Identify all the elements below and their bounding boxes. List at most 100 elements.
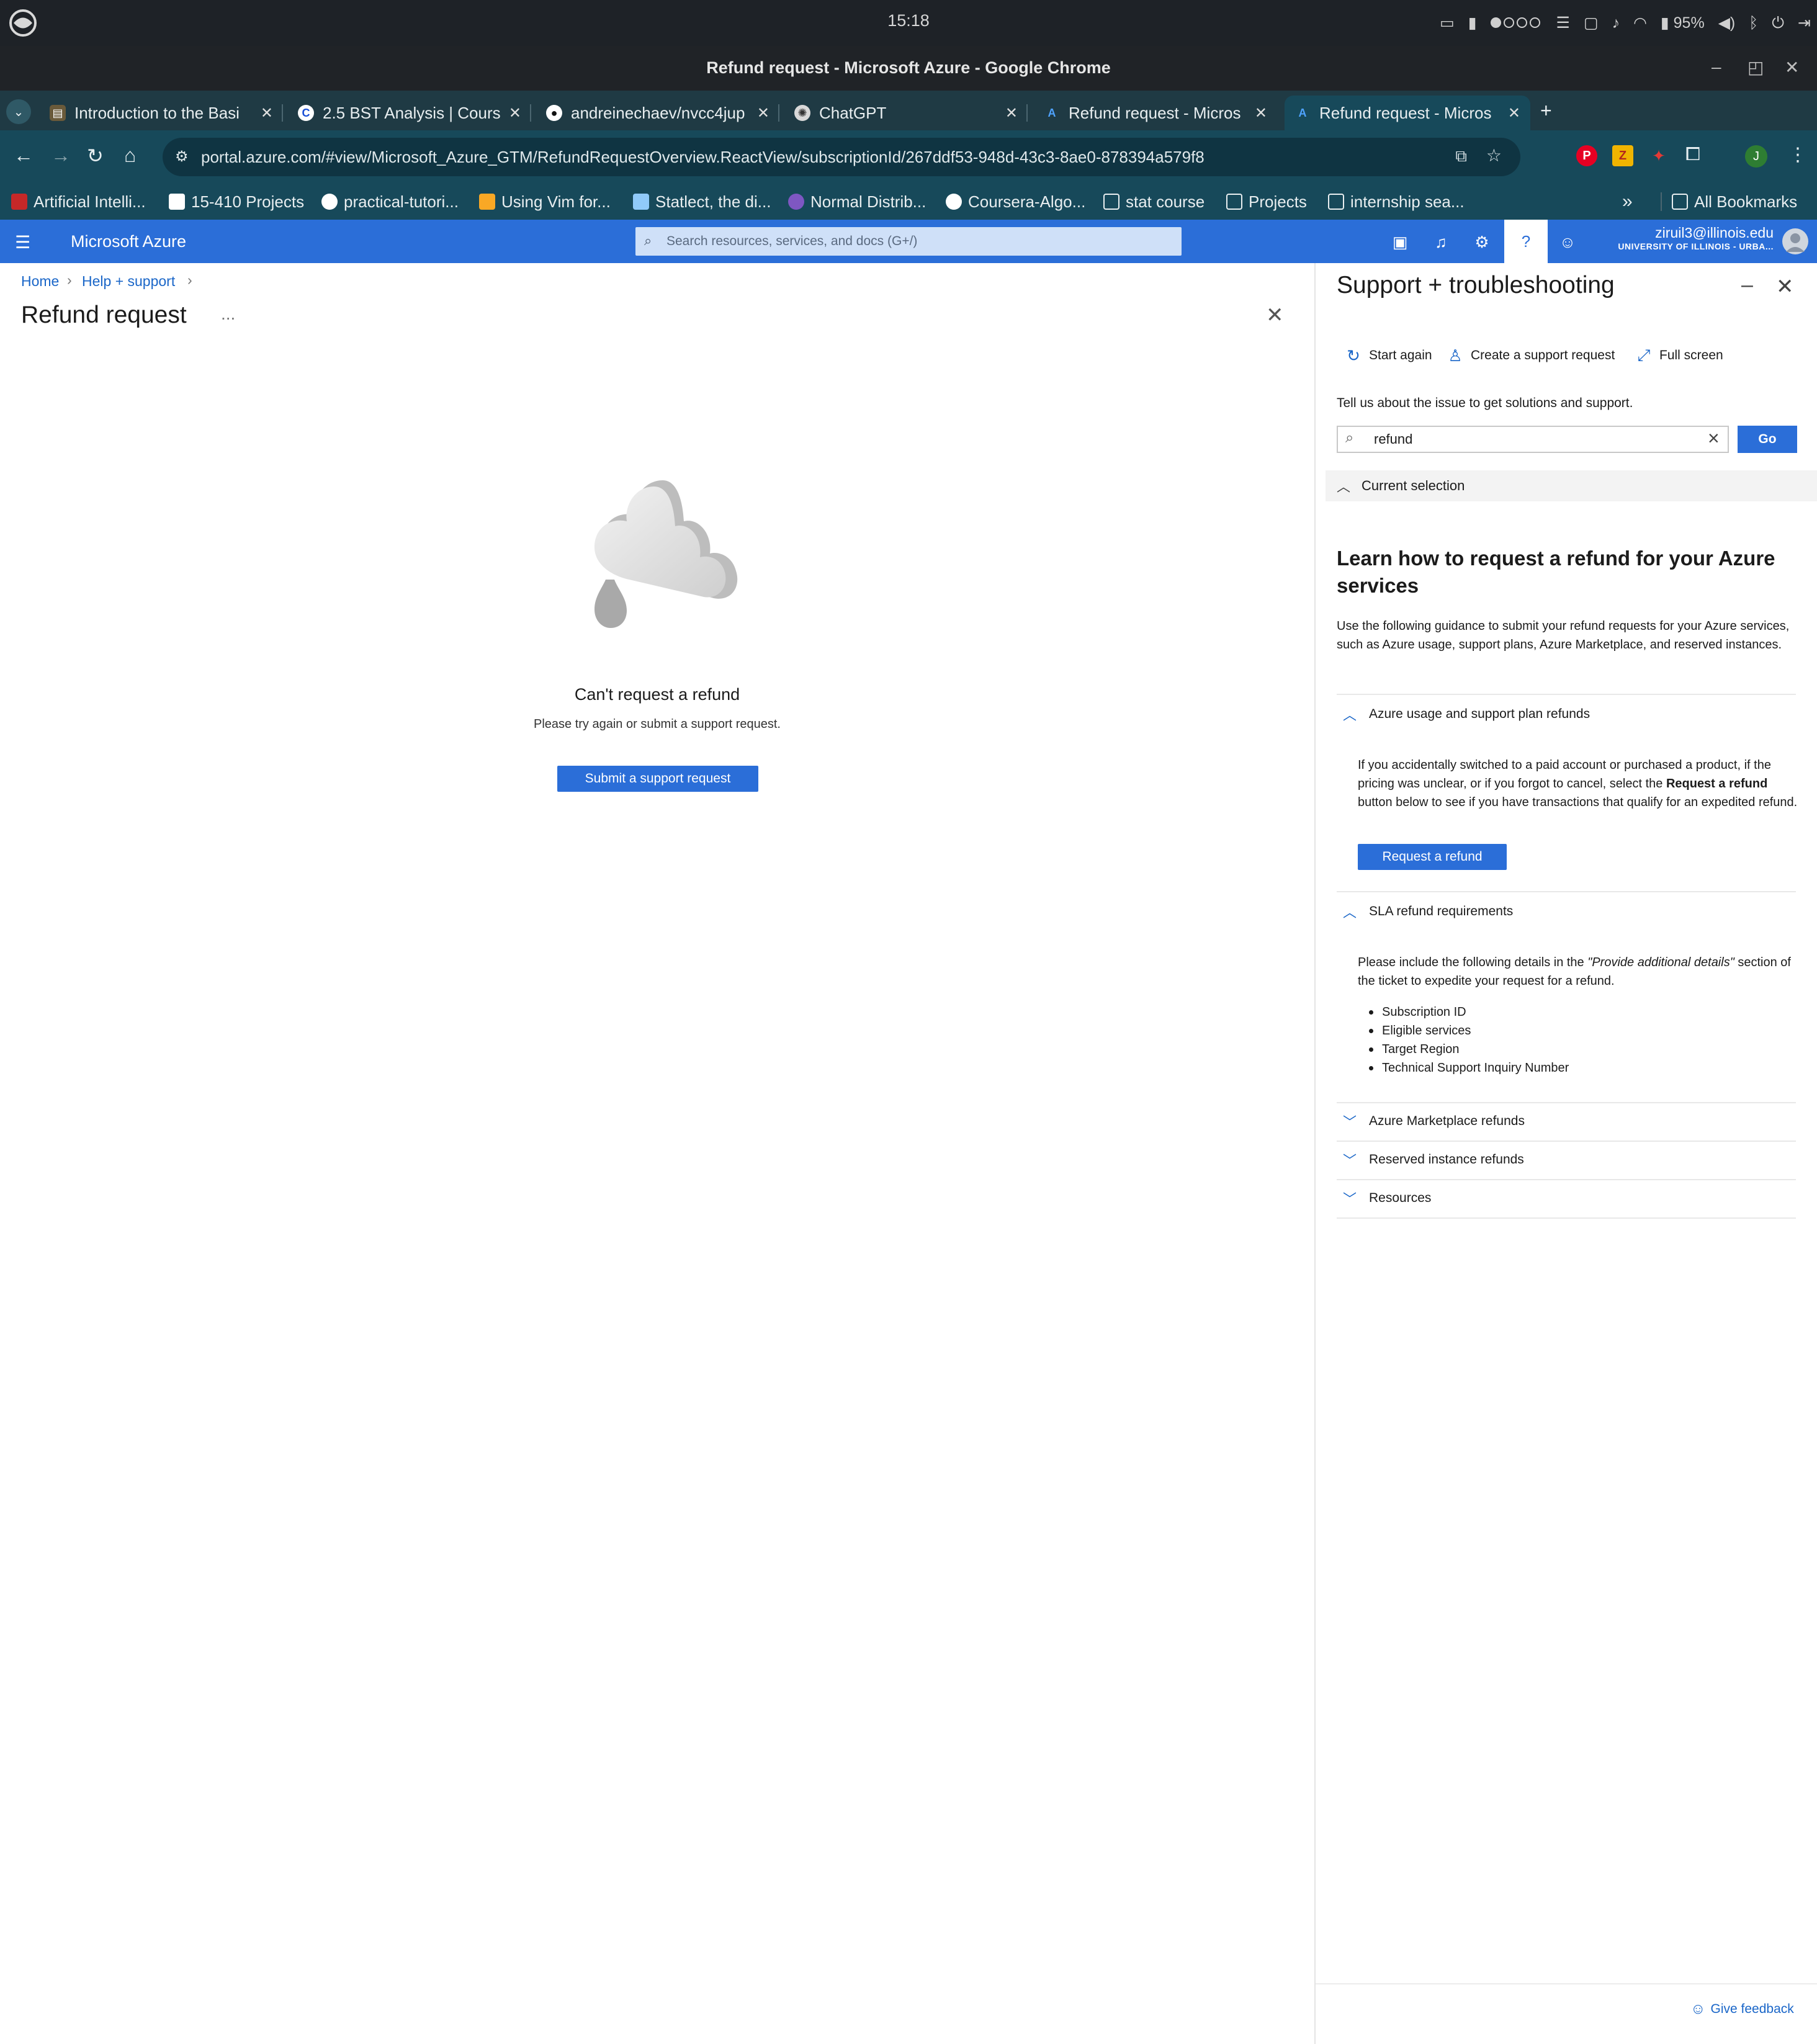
help-question-icon[interactable]: ? — [1504, 220, 1548, 263]
more-options-icon[interactable]: ... — [221, 304, 235, 324]
profile-avatar[interactable]: J — [1745, 145, 1767, 168]
tab-close-icon[interactable]: ✕ — [1508, 104, 1520, 122]
azure-portal-header: ☰ Microsoft Azure ⌕ Search resources, se… — [0, 220, 1817, 263]
tab-bst-analysis[interactable]: C 2.5 BST Analysis | Cours ✕ — [288, 96, 531, 130]
user-avatar[interactable] — [1782, 228, 1808, 254]
bookmark-star-icon[interactable]: ☆ — [1486, 145, 1502, 166]
submit-support-request-button[interactable]: Submit a support request — [557, 766, 758, 792]
tab-close-icon[interactable]: ✕ — [509, 104, 521, 122]
extensions-puzzle-icon[interactable]: ⧠ — [1685, 144, 1700, 165]
tab-refund-request-active[interactable]: A Refund request - Micros ✕ — [1285, 96, 1530, 130]
folder-icon[interactable]: ▢ — [1584, 14, 1599, 32]
list-item: Eligible services — [1369, 1024, 1471, 1038]
tab-github-nvcc4jup[interactable]: ● andreinechaev/nvcc4jup ✕ — [536, 96, 779, 130]
accordion-usage-refunds[interactable]: ︿ Azure usage and support plan refunds — [1337, 699, 1796, 730]
pinterest-extension-icon[interactable]: P — [1576, 145, 1597, 166]
sla-refunds-body: Please include the following details in … — [1358, 953, 1798, 990]
close-blade-icon[interactable]: ✕ — [1266, 303, 1284, 328]
go-button[interactable]: Go — [1738, 426, 1797, 453]
accordion-sla-refunds[interactable]: ︿ SLA refund requirements — [1337, 896, 1796, 927]
bell-icon[interactable]: ♪ — [1612, 14, 1620, 32]
screen-icon[interactable]: ▭ — [1440, 14, 1455, 32]
tab-search-icon[interactable]: ⌄ — [6, 99, 31, 124]
close-window-icon[interactable]: ✕ — [1785, 57, 1799, 78]
azure-brand[interactable]: Microsoft Azure — [71, 232, 186, 251]
forward-icon[interactable]: → — [51, 144, 71, 167]
accordion-reserved-instance-refunds[interactable]: ﹀ Reserved instance refunds — [1337, 1144, 1796, 1175]
clipboard-icon[interactable]: ▮ — [1468, 14, 1477, 32]
global-search-input[interactable]: ⌕ Search resources, services, and docs (… — [635, 227, 1182, 256]
bookmark-folder[interactable]: stat course — [1103, 191, 1205, 212]
list-item: Target Region — [1369, 1042, 1460, 1057]
wifi-icon[interactable]: ◠ — [1633, 14, 1647, 32]
bookmark-item[interactable]: Statlect, the di... — [633, 191, 771, 212]
settings-gear-icon[interactable]: ⚙ — [1469, 230, 1494, 254]
restore-icon[interactable]: ◰ — [1747, 57, 1764, 78]
bookmark-item[interactable]: practical-tutori... — [321, 191, 459, 212]
panel-minimize-icon[interactable]: – — [1741, 273, 1753, 297]
tab-close-icon[interactable]: ✕ — [1255, 104, 1267, 122]
bookmark-label: All Bookmarks — [1694, 192, 1798, 211]
github-icon: ● — [546, 105, 562, 121]
account-info[interactable]: ziruil3@illinois.edu UNIVERSITY OF ILLIN… — [1618, 225, 1774, 251]
bluetooth-icon[interactable]: ᛒ — [1749, 14, 1758, 32]
create-support-request-button[interactable]: ♙ Create a support request — [1446, 346, 1615, 365]
bookmark-item[interactable]: Using Vim for... — [479, 191, 611, 212]
battery-icon: ▮ — [1660, 14, 1669, 32]
install-app-icon[interactable]: ⧉ — [1455, 146, 1467, 166]
tab-chatgpt[interactable]: ✺ ChatGPT ✕ — [784, 96, 1028, 130]
breadcrumb-help-support[interactable]: Help + support — [82, 273, 175, 290]
tab-close-icon[interactable]: ✕ — [261, 104, 273, 122]
give-feedback-link[interactable]: ☺ Give feedback — [1690, 2001, 1794, 2018]
bookmark-folder[interactable]: internship sea... — [1328, 191, 1465, 212]
panel-close-icon[interactable]: ✕ — [1776, 274, 1794, 299]
new-tab-icon[interactable]: + — [1540, 99, 1552, 122]
issue-search-input[interactable]: refund — [1337, 426, 1729, 453]
bookmark-item[interactable]: 15-410 Projects — [169, 191, 304, 212]
request-refund-button[interactable]: Request a refund — [1358, 844, 1507, 870]
volume-icon[interactable]: ◀) — [1718, 14, 1736, 32]
minimize-icon[interactable]: – — [1712, 57, 1721, 77]
accordion-resources[interactable]: ﹀ Resources — [1337, 1183, 1796, 1214]
clear-search-icon[interactable]: × — [1708, 427, 1720, 450]
home-icon[interactable]: ⌂ — [124, 144, 136, 167]
address-bar[interactable]: ⚙ portal.azure.com/#view/Microsoft_Azure… — [163, 138, 1520, 176]
bookmark-folder[interactable]: Projects — [1226, 191, 1307, 212]
browser-menu-icon[interactable]: ⋮ — [1788, 144, 1807, 166]
exit-icon[interactable]: ⇥ — [1798, 14, 1811, 32]
full-screen-button[interactable]: ⤢ Full screen — [1635, 346, 1723, 365]
body-bold-text: Request a refund — [1666, 777, 1768, 791]
bookmark-item[interactable]: Normal Distrib... — [788, 191, 926, 212]
breadcrumb-home[interactable]: Home — [21, 273, 59, 290]
current-selection-toggle[interactable]: ︿ Current selection — [1326, 470, 1817, 501]
menu-icon[interactable]: ☰ — [1556, 14, 1570, 32]
cloud-shell-icon[interactable]: ▣ — [1388, 230, 1412, 254]
breadcrumb-separator-icon: › — [67, 272, 72, 288]
bookmark-item[interactable]: Artificial Intelli... — [11, 191, 146, 212]
tab-close-icon[interactable]: ✕ — [1005, 104, 1018, 122]
notifications-bell-icon[interactable]: ♫ — [1429, 230, 1453, 254]
battery-indicator[interactable]: ▮ 95% — [1661, 14, 1705, 32]
feedback-icon[interactable]: ☺ — [1555, 230, 1580, 254]
body-text: button below to see if you have transact… — [1358, 796, 1798, 809]
tab-close-icon[interactable]: ✕ — [757, 104, 769, 122]
site-info-icon[interactable]: ⚙ — [175, 148, 189, 166]
back-icon[interactable]: ← — [14, 144, 34, 167]
zotero-extension-icon[interactable]: Z — [1612, 145, 1633, 166]
window-title-bar: Refund request - Microsoft Azure - Googl… — [0, 46, 1817, 91]
bookmarks-overflow-icon[interactable]: » — [1622, 191, 1633, 212]
hamburger-menu-icon[interactable]: ☰ — [15, 232, 30, 253]
power-icon[interactable]: ⏻ — [1772, 14, 1784, 32]
tab-refund-request-1[interactable]: A Refund request - Micros ✕ — [1034, 96, 1277, 130]
bookmark-item[interactable]: Coursera-Algo... — [946, 191, 1085, 212]
bookmark-label: Coursera-Algo... — [968, 192, 1086, 211]
extension-icon[interactable]: ✦ — [1648, 145, 1669, 166]
workspace-indicator[interactable] — [1490, 14, 1543, 32]
all-bookmarks-folder[interactable]: All Bookmarks — [1672, 191, 1797, 212]
tab-label: Refund request - Micros — [1319, 103, 1492, 122]
reload-icon[interactable]: ↻ — [87, 144, 104, 168]
tab-label: 2.5 BST Analysis | Cours — [323, 103, 501, 122]
start-again-button[interactable]: ↻ Start again — [1344, 346, 1432, 365]
accordion-marketplace-refunds[interactable]: ﹀ Azure Marketplace refunds — [1337, 1106, 1796, 1137]
tab-introduction[interactable]: ▤ Introduction to the Basi ✕ — [40, 96, 283, 130]
